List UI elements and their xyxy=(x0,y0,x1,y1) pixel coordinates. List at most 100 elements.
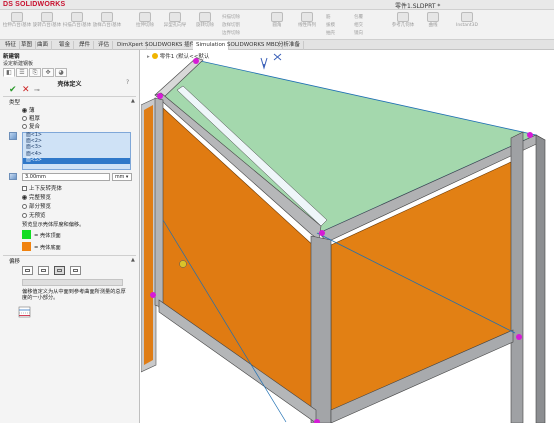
ok-button[interactable]: ✔ xyxy=(9,86,17,95)
flip-shell-checkbox[interactable]: 上下反转壳体 xyxy=(22,184,62,192)
panel-subtitle: 设定新建钢板 xyxy=(3,61,34,67)
extrude-boss-button[interactable]: 拉伸凸台/基体 xyxy=(2,12,32,38)
draft-button[interactable]: 拔模 xyxy=(326,22,335,28)
right-corner-post[interactable] xyxy=(510,131,524,423)
revolve-boss-button[interactable]: 旋转凸台/基体 xyxy=(32,12,62,38)
reference-geometry-icon xyxy=(397,12,409,22)
face-selection-list[interactable]: 面<1> 面<2> 面<3> 面<4> 面<5> xyxy=(22,132,131,170)
tab-evaluate[interactable]: 评估 xyxy=(95,41,114,50)
hole-wizard-button[interactable]: 异型孔向导 xyxy=(160,12,190,38)
type-radio-composite[interactable]: 复合 xyxy=(22,122,40,130)
unit-select[interactable]: mm ▾ xyxy=(112,173,132,181)
part-icon xyxy=(151,53,158,59)
crosshair-icon: ✥ xyxy=(45,69,51,76)
center-of-mass-icon xyxy=(179,260,187,268)
property-manager-tab[interactable]: ☰ xyxy=(16,68,28,77)
offset-diagram-icon xyxy=(18,306,31,318)
type-group-title[interactable]: 类型 xyxy=(9,98,20,106)
collapse-caret-icon[interactable]: ▲ xyxy=(131,98,135,104)
boundary-cut-button[interactable]: 边界切除 xyxy=(222,30,240,36)
tab-weldments[interactable]: 焊件 xyxy=(76,41,95,50)
revolve-icon xyxy=(41,12,53,22)
document-title: 零件1.SLDPRT * xyxy=(395,3,441,10)
revolved-cut-button[interactable]: 旋转切除 xyxy=(190,12,220,38)
graphics-viewport[interactable]: ▸ 零件1 (默认<<默认 xyxy=(141,50,554,423)
type-radio-thin[interactable]: 薄 xyxy=(22,106,35,114)
display-manager-tab[interactable]: ◕ xyxy=(55,68,67,77)
outer-surface-label: = 壳体底面 xyxy=(34,245,61,251)
configuration-manager-tab[interactable]: ⎘ xyxy=(29,68,41,77)
swept-cut-button[interactable]: 扫描切除 xyxy=(222,14,240,20)
offset-value-field[interactable] xyxy=(22,279,123,286)
tab-sheet-metal[interactable]: 钣金 xyxy=(56,41,75,50)
loft-icon xyxy=(101,12,113,22)
offset-bottom-button[interactable] xyxy=(54,266,65,275)
wrap-button[interactable]: 包覆 xyxy=(354,14,363,20)
thickness-input[interactable]: 3.00mm xyxy=(22,173,110,181)
left-corner-post[interactable] xyxy=(154,97,164,309)
radio-icon xyxy=(22,124,27,129)
radio-icon xyxy=(22,213,27,218)
feature-tree-flyout[interactable]: ▸ 零件1 (默认<<默认 xyxy=(147,52,209,60)
preview-note: 预览显示壳体厚度和偏移。 xyxy=(22,222,85,228)
preview-radio-full[interactable]: 完整预览 xyxy=(22,193,51,201)
feature-tree-icon: ◧ xyxy=(6,69,12,76)
tab-analysis-preparation[interactable]: 分析准备 xyxy=(275,41,305,50)
rib-button[interactable]: 筋 xyxy=(326,14,331,20)
extrude-cut-icon xyxy=(139,12,151,22)
preview-radio-none[interactable]: 无预览 xyxy=(22,211,46,219)
manager-tabs: ◧ ☰ ⎘ ✥ ◕ xyxy=(3,68,83,77)
instant3d-button[interactable]: Instant3D xyxy=(452,12,482,38)
extrude-icon xyxy=(11,12,23,22)
divider xyxy=(3,255,136,256)
tab-surfaces[interactable]: 曲面 xyxy=(34,41,53,50)
fillet-button[interactable]: 圆角 xyxy=(262,12,292,38)
loft-boss-button[interactable]: 放样凸台/基体 xyxy=(92,12,122,38)
list-item-selected[interactable]: 面<5> xyxy=(23,157,130,164)
revolved-cut-icon xyxy=(199,12,211,22)
offset-custom-button[interactable] xyxy=(70,266,81,275)
cancel-button[interactable]: ✕ xyxy=(22,86,30,95)
sweep-boss-button[interactable]: 扫描凸台/基体 xyxy=(62,12,92,38)
intersect-button[interactable]: 相交 xyxy=(354,22,363,28)
offset-group-title[interactable]: 偏移 xyxy=(9,257,20,265)
model-canvas[interactable] xyxy=(141,50,554,423)
offset-custom-icon xyxy=(73,269,78,272)
face-selection-icon xyxy=(9,132,17,140)
collapse-caret-icon[interactable]: ▲ xyxy=(131,257,135,263)
command-tabs: 特征 草图 曲面 钣金 焊件 评估 DimXpert SOLIDWORKS 插件… xyxy=(0,40,554,50)
lofted-cut-button[interactable]: 放样切割 xyxy=(222,22,240,28)
divider xyxy=(3,96,136,97)
tab-solidworks-addins[interactable]: SOLIDWORKS 插件 xyxy=(142,41,200,50)
mirror-button[interactable]: 镜向 xyxy=(354,30,363,36)
offset-top-button[interactable] xyxy=(38,266,49,275)
offset-bottom-icon xyxy=(57,269,62,272)
help-icon[interactable]: ? xyxy=(126,79,129,86)
chevron-down-icon: ▾ xyxy=(125,175,129,180)
curves-button[interactable]: 曲线 xyxy=(418,12,448,38)
front-corner-post[interactable] xyxy=(310,235,332,423)
feature-title: 壳体定义 xyxy=(57,81,82,88)
radio-icon xyxy=(22,116,27,121)
radio-selected-icon xyxy=(22,108,27,113)
preview-radio-partial[interactable]: 部分预览 xyxy=(22,202,51,210)
radio-icon xyxy=(22,204,27,209)
panel-title: 新建钢 xyxy=(3,54,20,60)
feature-manager-tab[interactable]: ◧ xyxy=(3,68,15,77)
thickness-icon xyxy=(9,173,17,180)
shell-button[interactable]: 抽壳 xyxy=(326,30,335,36)
extrude-cut-button[interactable]: 拉伸切除 xyxy=(130,12,160,38)
expand-arrow-icon: ▸ xyxy=(147,54,150,60)
type-radio-thick[interactable]: 粗厚 xyxy=(22,114,40,122)
command-manager: 拉伸凸台/基体 旋转凸台/基体 扫描凸台/基体 放样凸台/基体 拉伸切除 异型孔… xyxy=(0,10,554,40)
back-corner-post[interactable] xyxy=(535,134,546,423)
inner-surface-label: = 壳体顶面 xyxy=(34,233,61,239)
offset-top-icon xyxy=(41,269,46,272)
left-orange-face[interactable] xyxy=(144,105,153,365)
dimxpert-manager-tab[interactable]: ✥ xyxy=(42,68,54,77)
linear-pattern-button[interactable]: 线性阵列 xyxy=(292,12,322,38)
reference-geometry-button[interactable]: 参考几何体 xyxy=(388,12,418,38)
pin-icon[interactable]: ⊸ xyxy=(34,86,40,95)
offset-middle-button[interactable] xyxy=(22,266,33,275)
solidworks-logo[interactable]: DS SOLIDWORKS xyxy=(3,1,65,8)
